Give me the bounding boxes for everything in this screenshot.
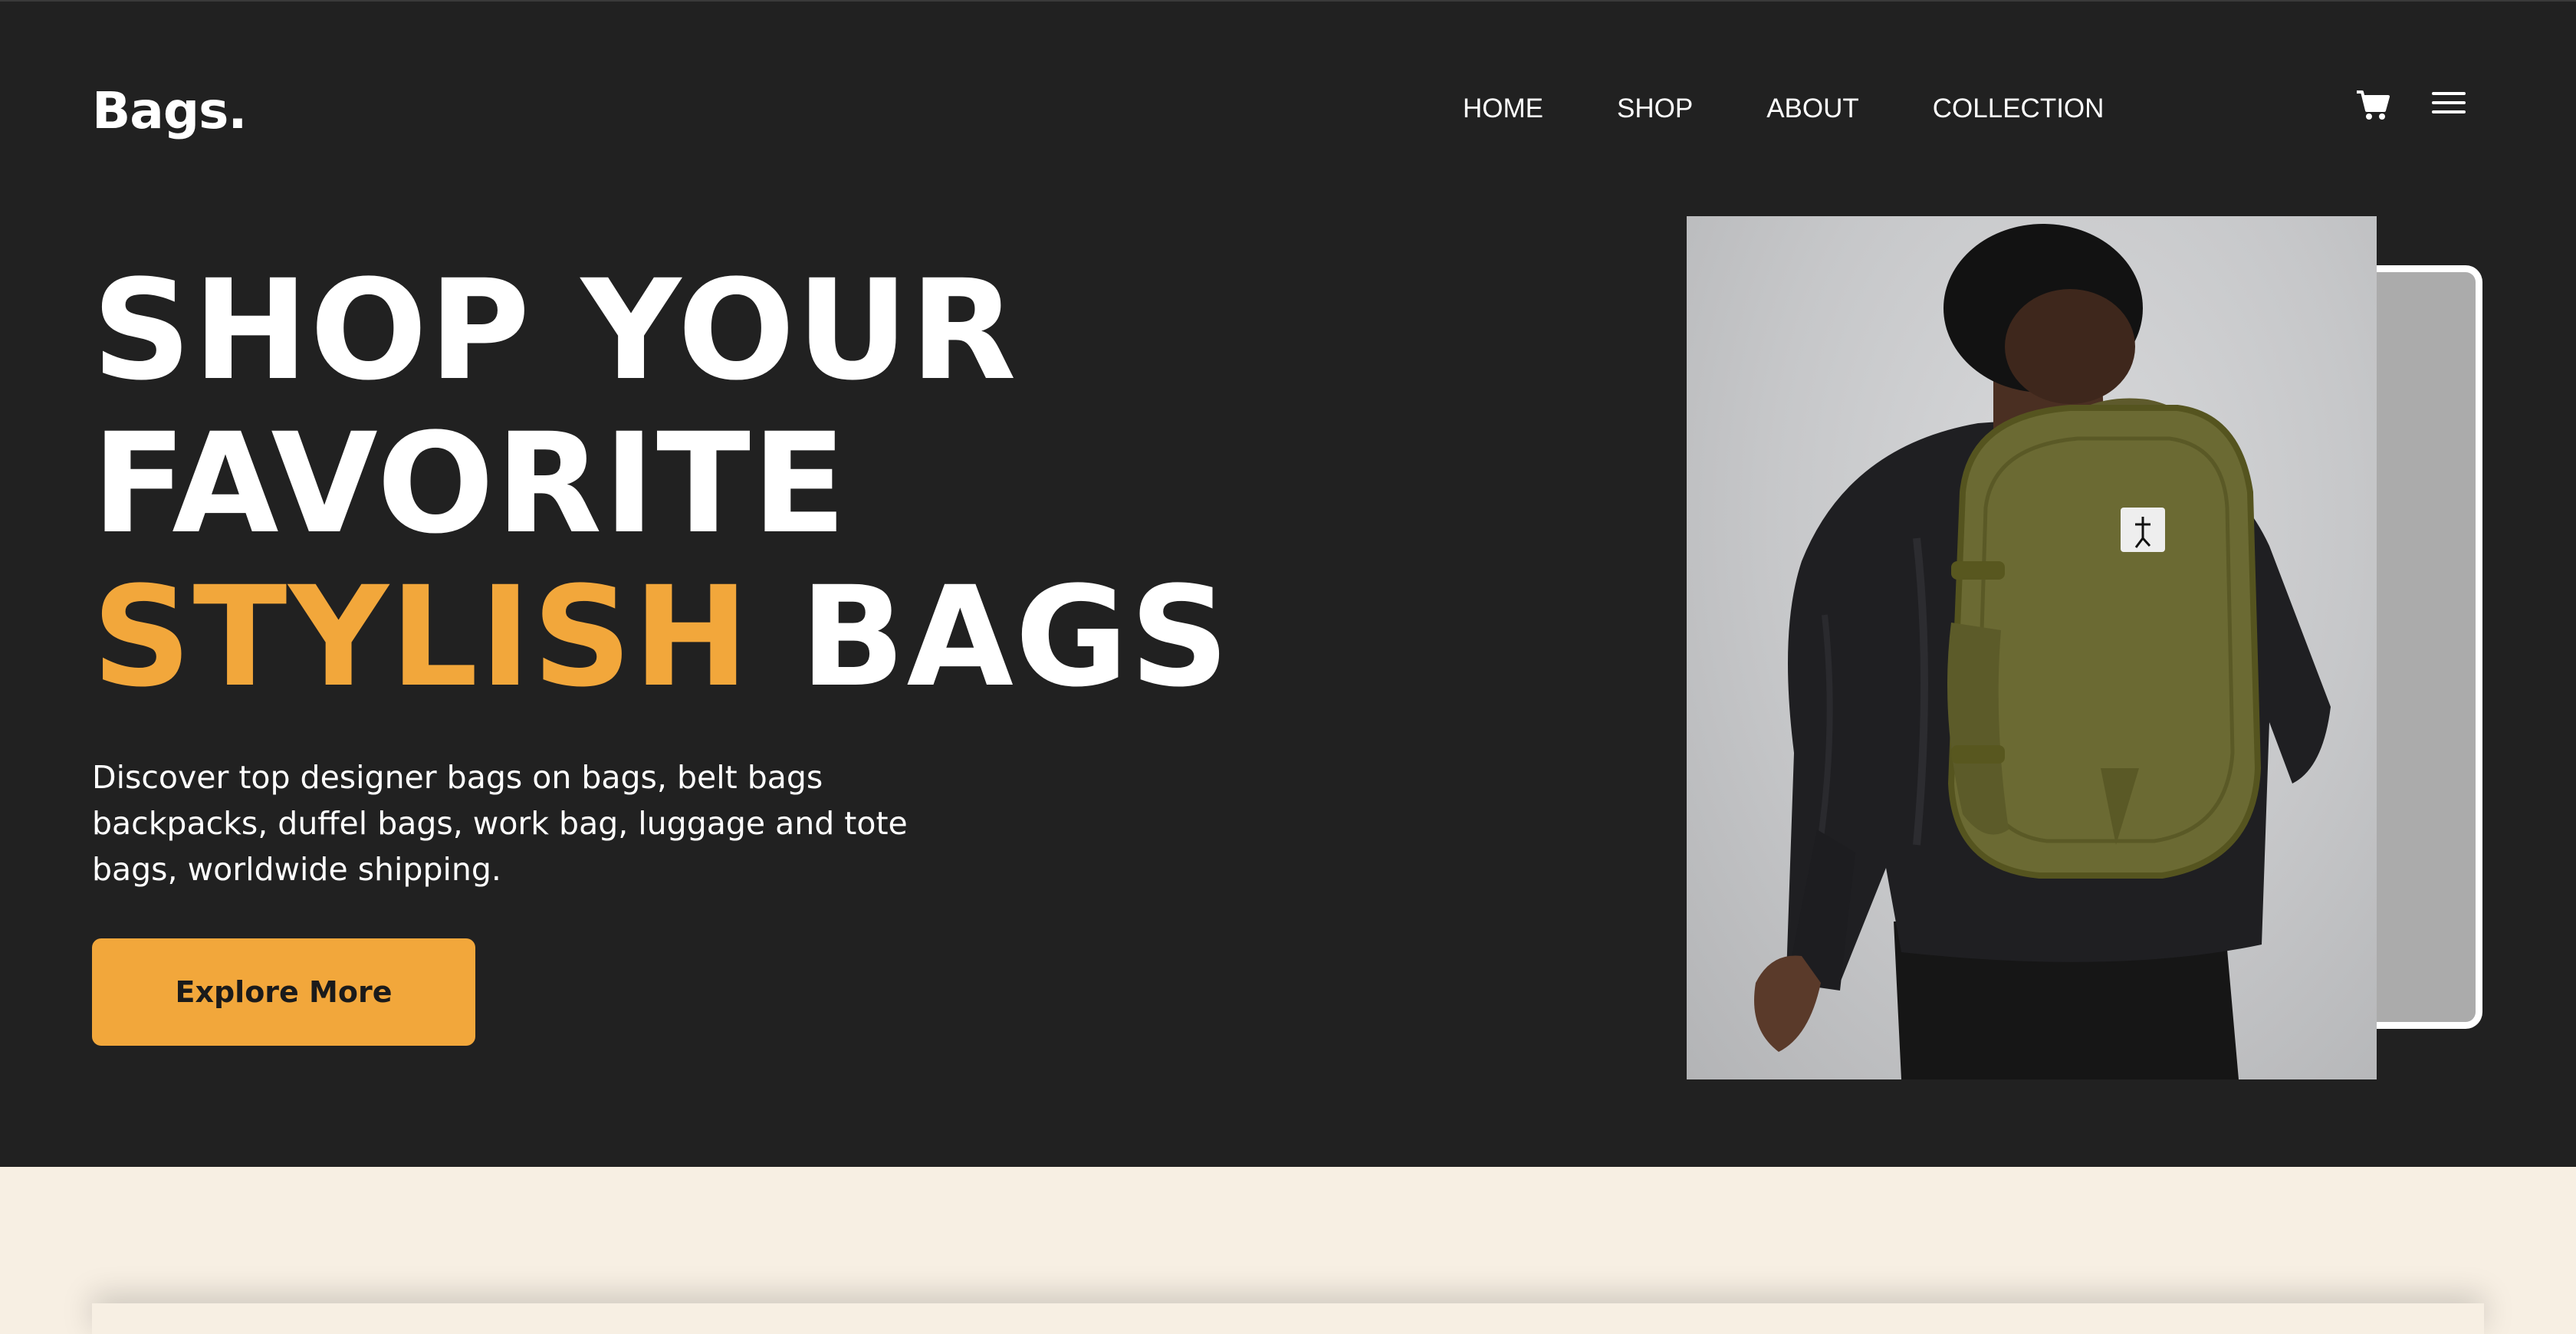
next-section-edge (92, 1303, 2484, 1334)
headline-line-3: STYLISH BAGS (92, 561, 1230, 715)
nav-item-collection[interactable]: COLLECTION (1933, 94, 2104, 124)
hero-headline: SHOP YOUR FAVORITE STYLISH BAGS (92, 255, 1230, 715)
brand-logo[interactable]: Bags. (92, 81, 247, 140)
hero-section: Bags. HOME SHOP ABOUT COLLECTION SHOP YO… (0, 0, 2576, 1167)
hero-product-image (1687, 216, 2377, 1079)
headline-line-2: FAVORITE (92, 404, 848, 564)
headline-line-1: SHOP YOUR (92, 251, 1018, 411)
main-nav: HOME SHOP ABOUT COLLECTION (1463, 94, 2104, 124)
explore-more-button[interactable]: Explore More (92, 938, 475, 1046)
hamburger-menu-icon[interactable] (2432, 92, 2466, 117)
cart-icon[interactable] (2355, 89, 2390, 121)
nav-item-home[interactable]: HOME (1463, 94, 1543, 124)
hero-description: Discover top designer bags on bags, belt… (92, 759, 908, 888)
nav-item-about[interactable]: ABOUT (1766, 94, 1859, 124)
headline-accent-word: STYLISH (92, 557, 751, 718)
decorative-frame (2361, 265, 2482, 1029)
nav-item-shop[interactable]: SHOP (1617, 94, 1693, 124)
headline-last-word: BAGS (800, 557, 1231, 718)
